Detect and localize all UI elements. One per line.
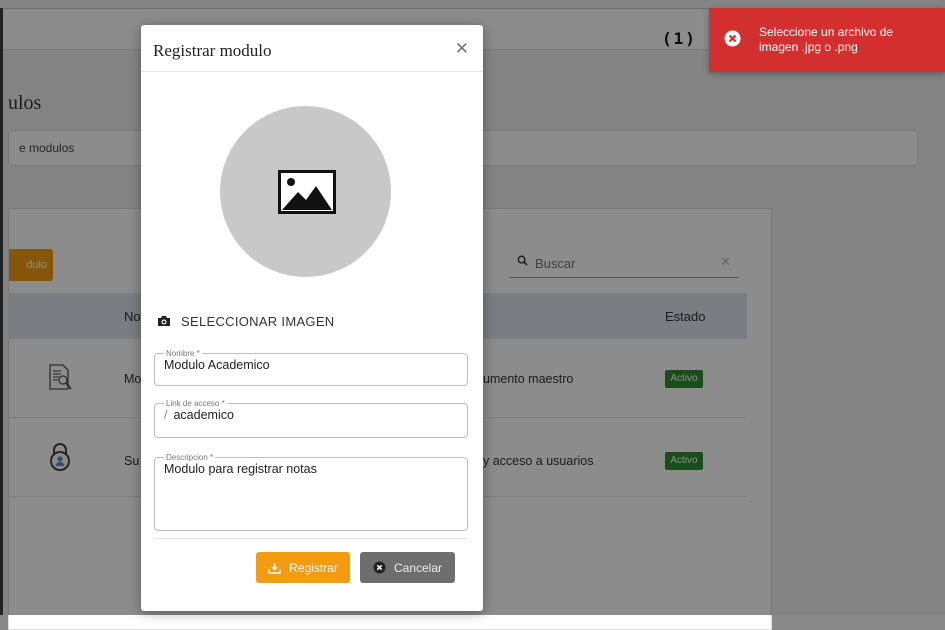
modal-title: Registrar modulo	[153, 41, 272, 60]
link-label: Link de acceso *	[166, 399, 225, 408]
register-button[interactable]: Registrar	[256, 552, 350, 583]
select-image-button[interactable]: SELECCIONAR IMAGEN	[157, 310, 334, 332]
cancel-button-label: Cancelar	[393, 560, 443, 575]
cancel-button[interactable]: Cancelar	[360, 552, 455, 583]
select-image-label: SELECCIONAR IMAGEN	[181, 313, 335, 329]
descripcion-field[interactable]: Descripcion * Modulo para registrar nota…	[154, 453, 468, 531]
link-value: academico	[173, 408, 234, 422]
cancel-circle-icon	[373, 561, 386, 574]
link-field[interactable]: Link de acceso * / academico	[154, 399, 468, 438]
nombre-label: Nombre *	[166, 349, 200, 358]
image-preview	[220, 106, 391, 277]
nombre-field[interactable]: Nombre * Modulo Academico	[154, 349, 468, 386]
footer-divider	[154, 538, 468, 539]
camera-icon	[158, 316, 170, 326]
error-toast[interactable]: Seleccione un archivo de imagen .jpg o .…	[709, 8, 945, 72]
close-icon[interactable]: ✕	[455, 39, 469, 59]
register-button-label: Registrar	[289, 560, 338, 575]
toast-message: Seleccione un archivo de imagen .jpg o .…	[759, 25, 894, 54]
descripcion-value: Modulo para registrar notas	[164, 462, 317, 476]
link-prefix: /	[164, 408, 168, 422]
image-placeholder-icon	[278, 170, 336, 214]
window-frame-edge	[0, 8, 3, 615]
register-module-modal: Registrar modulo ✕ SELECCIONAR IMAGEN No…	[141, 25, 483, 611]
download-icon	[268, 562, 281, 574]
nombre-value: Modulo Academico	[164, 358, 270, 372]
modal-header: Registrar modulo ✕	[141, 25, 483, 72]
error-circle-icon	[724, 30, 741, 47]
descripcion-label: Descripcion *	[166, 453, 214, 462]
